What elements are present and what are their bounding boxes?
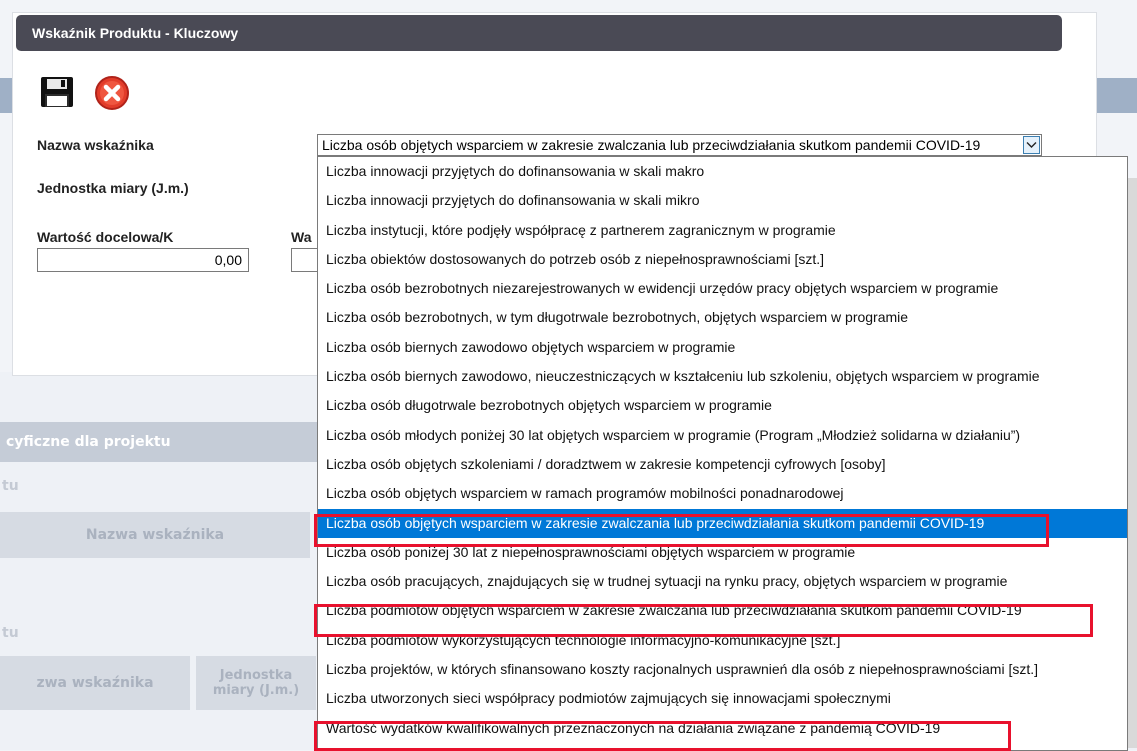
dropdown-option[interactable]: Liczba projektów, w których sfinansowano… xyxy=(318,655,1127,684)
close-x-icon[interactable] xyxy=(94,75,130,111)
dropdown-option[interactable]: Liczba innowacji przyjętych do dofinanso… xyxy=(318,157,1127,186)
dropdown-option[interactable]: Liczba utworzonych sieci współpracy podm… xyxy=(318,684,1127,713)
background-scrollbar[interactable] xyxy=(1128,178,1137,748)
dropdown-option[interactable]: Liczba osób objętych wsparciem w zakresi… xyxy=(318,508,1127,538)
dropdown-option[interactable]: Liczba osób poniżej 30 lat z niepełnospr… xyxy=(318,538,1127,567)
floppy-disk-icon[interactable] xyxy=(40,76,74,108)
dropdown-option[interactable]: Liczba osób objętych wsparciem w ramach … xyxy=(318,479,1127,508)
dropdown-option[interactable]: Liczba instytucji, które podjęły współpr… xyxy=(318,216,1127,245)
dropdown-option[interactable]: Liczba osób biernych zawodowo objętych w… xyxy=(318,333,1127,362)
target-value-input[interactable]: 0,00 xyxy=(37,248,249,272)
dropdown-option[interactable]: Liczba obiektów dostosowanych do potrzeb… xyxy=(318,245,1127,274)
indicator-name-label: Nazwa wskaźnika xyxy=(37,137,154,153)
dropdown-option[interactable]: Liczba osób biernych zawodowo, nieuczest… xyxy=(318,362,1127,391)
dropdown-option[interactable]: Liczba podmiotów objętych wsparciem w za… xyxy=(318,596,1127,625)
dropdown-option[interactable]: Liczba osób pracujących, znajdujących si… xyxy=(318,567,1127,596)
background-label: tu xyxy=(2,625,19,641)
unit-label: Jednostka miary (J.m.) xyxy=(37,180,189,196)
dropdown-option[interactable]: Liczba osób bezrobotnych niezarejestrowa… xyxy=(318,274,1127,303)
dropdown-option[interactable]: Liczba innowacji przyjętych do dofinanso… xyxy=(318,186,1127,215)
dropdown-option[interactable]: Liczba osób objętych szkoleniami / dorad… xyxy=(318,450,1127,479)
target-value-label: Wartość docelowa/K xyxy=(37,229,174,245)
background-table-header-unit: Jednostka miary (J.m.) xyxy=(196,656,316,710)
background-table-header-name-2: zwa wskaźnika xyxy=(0,656,190,710)
dropdown-option[interactable]: Liczba osób bezrobotnych, w tym długotrw… xyxy=(318,303,1127,332)
dialog-title: Wskaźnik Produktu - Kluczowy xyxy=(16,15,1062,51)
second-value-label: Wa xyxy=(291,229,312,245)
chevron-down-icon[interactable] xyxy=(1023,136,1040,154)
dropdown-option[interactable]: Liczba osób długotrwale bezrobotnych obj… xyxy=(318,391,1127,420)
selected-value: Liczba osób objętych wsparciem w zakresi… xyxy=(322,137,981,153)
dropdown-option[interactable]: Liczba osób młodych poniżej 30 lat objęt… xyxy=(318,421,1127,450)
dropdown-option[interactable]: Wartość wydatków kwalifikowalnych przezn… xyxy=(318,714,1127,743)
background-table-header-name: Nazwa wskaźnika xyxy=(0,512,310,558)
indicator-dropdown-list[interactable]: Liczba innowacji przyjętych do dofinanso… xyxy=(317,156,1128,751)
dropdown-option[interactable]: Liczba podmiotów wykorzystujących techno… xyxy=(318,626,1127,655)
indicator-name-select[interactable]: Liczba osób objętych wsparciem w zakresi… xyxy=(317,134,1042,156)
background-label: tu xyxy=(2,478,19,494)
background-section-title: cyficzne dla projektu xyxy=(0,422,330,462)
